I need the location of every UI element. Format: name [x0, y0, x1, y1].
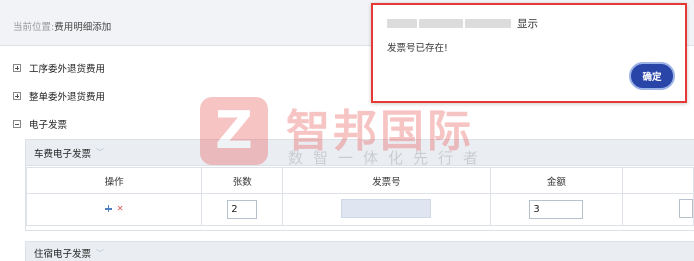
col-header-invoice-no: 发票号	[282, 167, 491, 194]
count-input[interactable]: 2	[227, 200, 258, 219]
plus-icon[interactable]	[104, 205, 112, 212]
lodging-panel-title: 住宿电子发票	[34, 249, 92, 260]
breadcrumb-current: 费用明细添加	[54, 22, 112, 33]
col-header-action: 操作	[25, 167, 203, 194]
section-label: 电子发票	[29, 120, 68, 131]
breadcrumb: 当前位置:费用明细添加	[13, 19, 111, 33]
vehicle-invoice-panel: 车费电子发票 ﹀ 操作 张数 发票号 金额 ✕ 2 3	[25, 139, 694, 231]
redacted-text	[387, 19, 417, 28]
table-row: ✕ 2 3	[25, 193, 694, 226]
extra-input[interactable]	[679, 198, 693, 218]
plus-box-icon	[13, 92, 21, 100]
x-icon[interactable]: ✕	[117, 204, 124, 213]
vehicle-panel-title: 车费电子发票	[34, 148, 92, 160]
col-header-count: 张数	[201, 167, 284, 194]
count-cell: 2	[201, 193, 284, 226]
lodging-invoice-panel-header[interactable]: 住宿电子发票 ﹀	[25, 241, 694, 261]
minus-box-icon	[13, 120, 21, 128]
dialog-title-suffix: 显示	[517, 18, 538, 30]
extra-cell	[622, 193, 694, 226]
vehicle-panel-header[interactable]: 车费电子发票 ﹀	[26, 140, 694, 166]
dialog-title: 显示	[387, 16, 538, 31]
col-header-extra	[622, 167, 694, 194]
dialog-message: 发票号已存在!	[387, 43, 448, 54]
alert-dialog: 显示 发票号已存在! 确定	[371, 3, 687, 103]
col-header-amount: 金额	[489, 167, 624, 194]
invoice-no-cell	[282, 193, 491, 226]
invoice-no-input[interactable]	[341, 198, 432, 218]
redacted-text	[419, 19, 463, 28]
plus-box-icon	[13, 64, 21, 72]
section-toggle-order-return[interactable]: 整单委外退货费用	[13, 89, 105, 103]
chevron-down-icon: ﹀	[96, 248, 105, 258]
section-label: 整单委外退货费用	[29, 92, 106, 103]
breadcrumb-prefix: 当前位置:	[13, 22, 55, 33]
amount-cell: 3	[489, 193, 624, 226]
section-label: 工序委外退货费用	[29, 64, 106, 75]
action-cell: ✕	[25, 193, 203, 226]
section-toggle-e-invoice[interactable]: 电子发票	[13, 117, 67, 131]
vehicle-invoice-table: 操作 张数 发票号 金额 ✕ 2 3	[25, 167, 694, 226]
table-header-row: 操作 张数 发票号 金额	[25, 167, 694, 194]
redacted-text	[465, 19, 511, 28]
section-toggle-process-return[interactable]: 工序委外退货费用	[13, 61, 105, 75]
ok-button[interactable]: 确定	[629, 62, 675, 90]
chevron-down-icon: ﹀	[96, 148, 105, 157]
amount-input[interactable]: 3	[529, 200, 584, 219]
